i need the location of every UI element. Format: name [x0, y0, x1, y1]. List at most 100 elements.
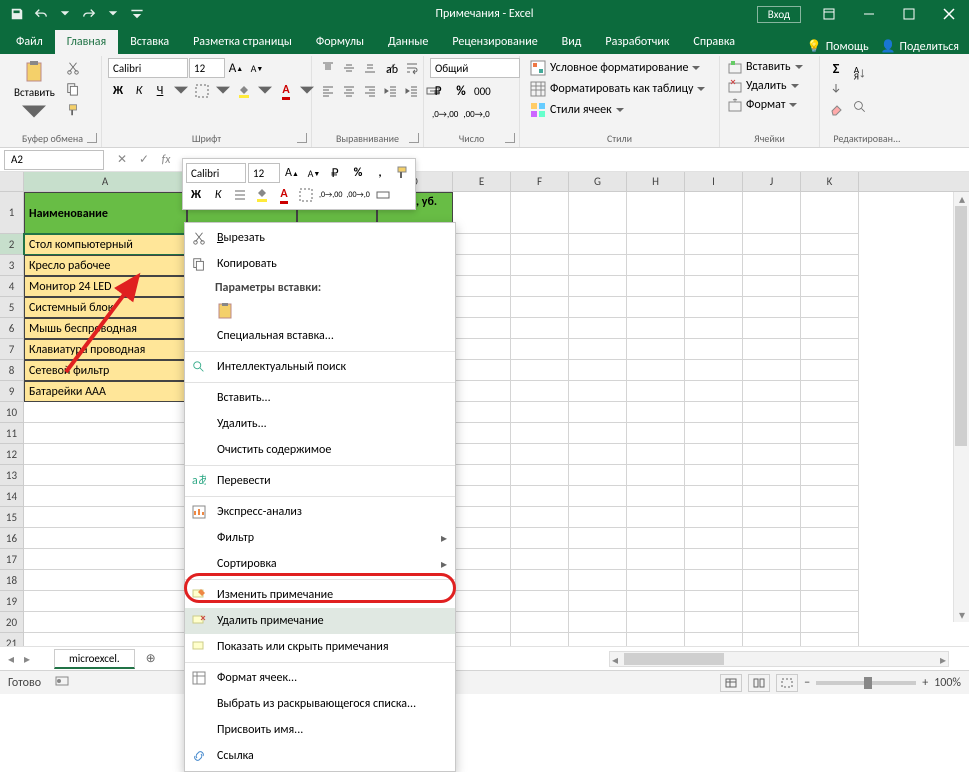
- percent-button[interactable]: %: [451, 81, 471, 101]
- cell[interactable]: [627, 234, 685, 255]
- cell[interactable]: [511, 318, 569, 339]
- cell[interactable]: [743, 276, 801, 297]
- zoom-out-button[interactable]: −: [804, 676, 810, 690]
- cell[interactable]: [743, 423, 801, 444]
- tab-home[interactable]: Главная: [55, 30, 118, 54]
- cell[interactable]: [801, 402, 859, 423]
- item-name-cell[interactable]: Мышь беспроводная: [24, 318, 187, 339]
- mini-dec-decimal[interactable]: ,00→,0: [345, 185, 370, 205]
- cell[interactable]: [24, 633, 187, 646]
- cell[interactable]: [569, 612, 627, 633]
- enter-formula-button[interactable]: ✓: [134, 150, 154, 170]
- wrap-text-button[interactable]: [402, 58, 422, 78]
- ctx-clear[interactable]: Очистить содержимое: [185, 437, 455, 463]
- add-sheet-button[interactable]: ⊕: [141, 649, 161, 669]
- view-page-break-button[interactable]: [776, 674, 798, 692]
- qat-customize-icon[interactable]: [126, 3, 148, 25]
- item-name-cell[interactable]: Монитор 24 LED: [24, 276, 187, 297]
- cell[interactable]: [801, 528, 859, 549]
- cell[interactable]: [24, 486, 187, 507]
- cell[interactable]: [24, 423, 187, 444]
- cell[interactable]: [511, 192, 569, 234]
- row-header[interactable]: 19: [0, 591, 24, 612]
- insert-function-button[interactable]: fx: [156, 150, 176, 170]
- cell[interactable]: [801, 381, 859, 402]
- cell[interactable]: [627, 276, 685, 297]
- minimize-icon[interactable]: [849, 0, 889, 28]
- fill-button[interactable]: [826, 79, 846, 99]
- vscroll-thumb[interactable]: [955, 206, 967, 446]
- cell[interactable]: [453, 255, 511, 276]
- cell[interactable]: [743, 633, 801, 646]
- cell[interactable]: [24, 528, 187, 549]
- align-center-button[interactable]: [339, 81, 359, 101]
- borders-button[interactable]: [192, 81, 212, 101]
- cell[interactable]: [627, 570, 685, 591]
- tab-developer[interactable]: Разработчик: [593, 30, 681, 54]
- accounting-button[interactable]: ₽: [430, 81, 450, 101]
- cell[interactable]: [569, 507, 627, 528]
- increase-decimal-button[interactable]: ,0→,00: [430, 104, 460, 124]
- redo-icon[interactable]: [78, 3, 100, 25]
- maximize-icon[interactable]: [889, 0, 929, 28]
- tab-help[interactable]: Справка: [681, 30, 747, 54]
- cell[interactable]: [743, 381, 801, 402]
- col-header-J[interactable]: J: [743, 172, 801, 191]
- cell[interactable]: [685, 612, 743, 633]
- cell[interactable]: [743, 234, 801, 255]
- row-header[interactable]: 4: [0, 276, 24, 297]
- cell[interactable]: [453, 507, 511, 528]
- cell[interactable]: [569, 444, 627, 465]
- cell[interactable]: [743, 612, 801, 633]
- cell[interactable]: [627, 633, 685, 646]
- cell[interactable]: [627, 402, 685, 423]
- cell[interactable]: [801, 360, 859, 381]
- zoom-slider[interactable]: [816, 681, 916, 685]
- cell[interactable]: [743, 465, 801, 486]
- row-header[interactable]: 7: [0, 339, 24, 360]
- align-right-button[interactable]: [360, 81, 380, 101]
- number-format-select[interactable]: [430, 58, 520, 78]
- delete-cells-button[interactable]: Удалить: [726, 77, 813, 95]
- col-header-G[interactable]: G: [569, 172, 627, 191]
- cell[interactable]: [24, 507, 187, 528]
- scroll-left-icon[interactable]: ◂: [612, 653, 618, 668]
- ctx-smart-lookup[interactable]: Интеллектуальный поиск: [185, 354, 455, 380]
- row-header[interactable]: 1: [0, 192, 24, 234]
- align-left-button[interactable]: [318, 81, 338, 101]
- cell[interactable]: [743, 402, 801, 423]
- mini-percent[interactable]: %: [348, 163, 368, 183]
- align-bottom-button[interactable]: [360, 58, 380, 78]
- tab-view[interactable]: Вид: [550, 30, 594, 54]
- row-header[interactable]: 13: [0, 465, 24, 486]
- cell[interactable]: [569, 465, 627, 486]
- item-name-cell[interactable]: Системный блок: [24, 297, 187, 318]
- cell[interactable]: [685, 255, 743, 276]
- find-select-button[interactable]: [850, 91, 870, 123]
- cell[interactable]: [627, 591, 685, 612]
- cell[interactable]: [453, 549, 511, 570]
- cell[interactable]: [453, 360, 511, 381]
- cell[interactable]: [24, 402, 187, 423]
- row-header[interactable]: 17: [0, 549, 24, 570]
- ctx-sort[interactable]: Сортировка▸: [185, 551, 455, 577]
- mini-font-size[interactable]: [248, 163, 280, 183]
- font-color-button[interactable]: A: [276, 81, 296, 101]
- row-header[interactable]: 8: [0, 360, 24, 381]
- cell[interactable]: [511, 423, 569, 444]
- tab-insert[interactable]: Вставка: [118, 30, 181, 54]
- mini-merge[interactable]: [373, 185, 393, 205]
- mini-decrease-font[interactable]: A▼: [304, 163, 324, 183]
- increase-indent-button[interactable]: [402, 81, 422, 101]
- cell[interactable]: [511, 297, 569, 318]
- redo-dropdown-icon[interactable]: [102, 3, 124, 25]
- ctx-quick-analysis[interactable]: Экспресс-анализ: [185, 499, 455, 525]
- cell[interactable]: [627, 612, 685, 633]
- format-as-table-button[interactable]: Форматировать как таблицу: [526, 79, 713, 99]
- horizontal-scrollbar[interactable]: ◂ ▸: [609, 651, 949, 667]
- alignment-dialog-launcher[interactable]: [409, 133, 419, 143]
- cell[interactable]: [685, 570, 743, 591]
- tab-file[interactable]: Файл: [4, 30, 55, 54]
- cell[interactable]: [511, 402, 569, 423]
- mini-increase-font[interactable]: A▲: [282, 163, 302, 183]
